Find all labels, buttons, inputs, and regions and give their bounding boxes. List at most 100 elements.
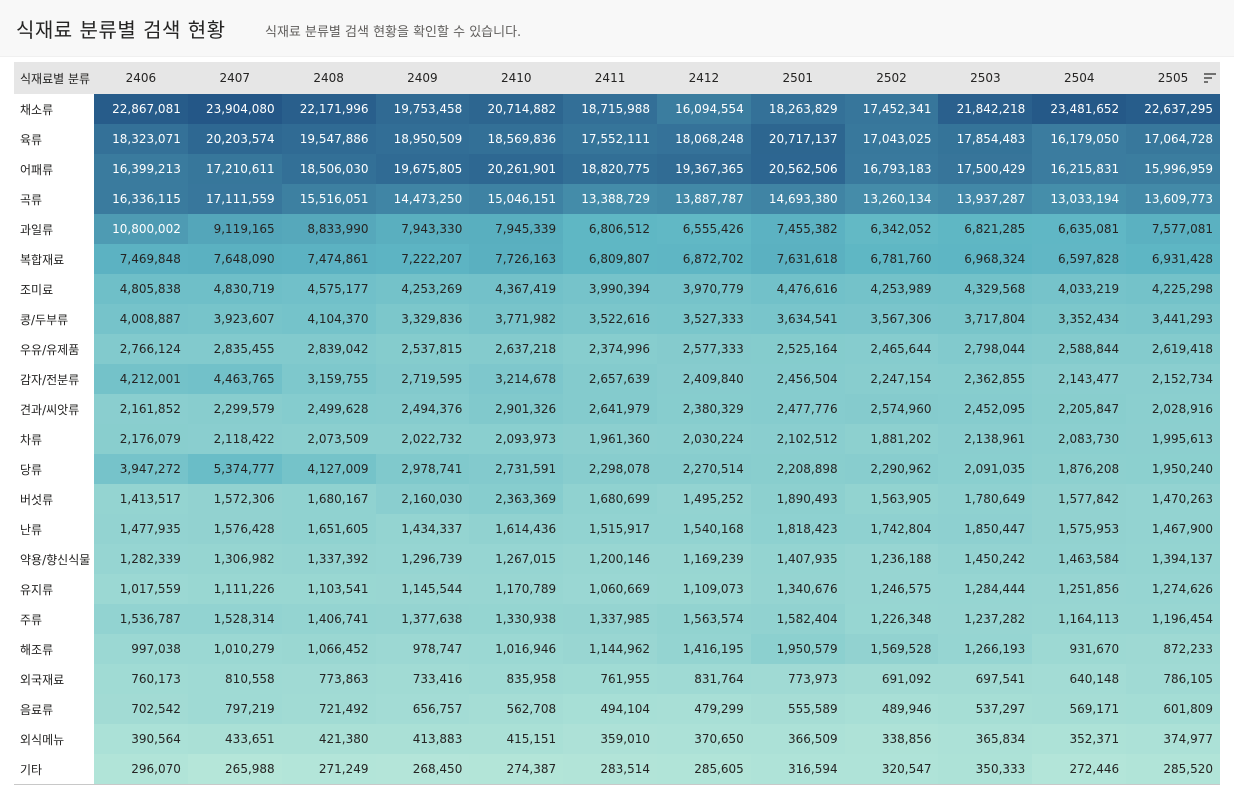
heatmap-cell[interactable]: 697,541 xyxy=(938,664,1033,694)
heatmap-cell[interactable]: 997,038 xyxy=(94,634,188,664)
heatmap-cell[interactable]: 2,477,776 xyxy=(750,394,845,424)
heatmap-cell[interactable]: 691,092 xyxy=(844,664,939,694)
heatmap-cell[interactable]: 22,171,996 xyxy=(281,94,376,124)
heatmap-cell[interactable]: 1,950,579 xyxy=(750,634,845,664)
heatmap-cell[interactable]: 20,261,901 xyxy=(469,154,564,184)
heatmap-cell[interactable]: 489,946 xyxy=(844,694,939,724)
heatmap-cell[interactable]: 1,251,856 xyxy=(1032,574,1127,604)
heatmap-cell[interactable]: 1,572,306 xyxy=(187,484,282,514)
heatmap-cell[interactable]: 1,237,282 xyxy=(938,604,1033,634)
heatmap-cell[interactable]: 316,594 xyxy=(750,754,845,785)
heatmap-cell[interactable]: 1,876,208 xyxy=(1032,454,1127,484)
heatmap-cell[interactable]: 6,968,324 xyxy=(938,244,1033,274)
heatmap-cell[interactable]: 18,068,248 xyxy=(656,124,751,154)
heatmap-cell[interactable]: 479,299 xyxy=(656,694,751,724)
heatmap-cell[interactable]: 1,413,517 xyxy=(94,484,188,514)
heatmap-cell[interactable]: 1,780,649 xyxy=(938,484,1033,514)
heatmap-cell[interactable]: 6,872,702 xyxy=(656,244,751,274)
heatmap-cell[interactable]: 494,104 xyxy=(563,694,657,724)
heatmap-cell[interactable]: 2,247,154 xyxy=(844,364,939,394)
heatmap-cell[interactable]: 1,406,741 xyxy=(281,604,376,634)
heatmap-cell[interactable]: 21,842,218 xyxy=(938,94,1033,124)
heatmap-cell[interactable]: 22,867,081 xyxy=(94,94,188,124)
heatmap-cell[interactable]: 2,499,628 xyxy=(281,394,376,424)
heatmap-cell[interactable]: 1,169,239 xyxy=(656,544,751,574)
heatmap-cell[interactable]: 6,809,807 xyxy=(563,244,657,274)
heatmap-cell[interactable]: 2,205,847 xyxy=(1032,394,1127,424)
heatmap-cell[interactable]: 1,284,444 xyxy=(938,574,1033,604)
heatmap-cell[interactable]: 4,463,765 xyxy=(187,364,282,394)
heatmap-cell[interactable]: 19,367,365 xyxy=(656,154,751,184)
heatmap-cell[interactable]: 761,955 xyxy=(563,664,657,694)
heatmap-cell[interactable]: 265,988 xyxy=(187,754,282,785)
heatmap-cell[interactable]: 2,118,422 xyxy=(187,424,282,454)
heatmap-cell[interactable]: 433,651 xyxy=(187,724,282,754)
heatmap-cell[interactable]: 20,714,882 xyxy=(469,94,564,124)
heatmap-cell[interactable]: 831,764 xyxy=(656,664,751,694)
heatmap-cell[interactable]: 3,923,607 xyxy=(187,304,282,334)
column-header-2504[interactable]: 2504 xyxy=(1032,62,1127,94)
heatmap-cell[interactable]: 1,680,167 xyxy=(281,484,376,514)
heatmap-cell[interactable]: 285,520 xyxy=(1126,754,1220,785)
heatmap-cell[interactable]: 15,516,051 xyxy=(281,184,376,214)
heatmap-cell[interactable]: 274,387 xyxy=(469,754,564,785)
heatmap-cell[interactable]: 1,010,279 xyxy=(187,634,282,664)
heatmap-cell[interactable]: 1,563,905 xyxy=(844,484,939,514)
column-header-2408[interactable]: 2408 xyxy=(281,62,376,94)
heatmap-cell[interactable]: 17,500,429 xyxy=(938,154,1033,184)
heatmap-cell[interactable]: 1,267,015 xyxy=(469,544,564,574)
heatmap-cell[interactable]: 3,970,779 xyxy=(656,274,751,304)
heatmap-cell[interactable]: 4,127,009 xyxy=(281,454,376,484)
heatmap-cell[interactable]: 1,282,339 xyxy=(94,544,188,574)
heatmap-cell[interactable]: 1,582,404 xyxy=(750,604,845,634)
heatmap-cell[interactable]: 2,083,730 xyxy=(1032,424,1127,454)
heatmap-cell[interactable]: 1,563,574 xyxy=(656,604,751,634)
heatmap-cell[interactable]: 2,143,477 xyxy=(1032,364,1127,394)
heatmap-cell[interactable]: 1,017,559 xyxy=(94,574,188,604)
heatmap-cell[interactable]: 4,225,298 xyxy=(1126,274,1220,304)
heatmap-cell[interactable]: 23,904,080 xyxy=(187,94,282,124)
heatmap-cell[interactable]: 3,352,434 xyxy=(1032,304,1127,334)
heatmap-cell[interactable]: 1,576,428 xyxy=(187,514,282,544)
heatmap-cell[interactable]: 13,260,134 xyxy=(844,184,939,214)
heatmap-cell[interactable]: 2,028,916 xyxy=(1126,394,1220,424)
heatmap-cell[interactable]: 2,574,960 xyxy=(844,394,939,424)
heatmap-cell[interactable]: 17,210,611 xyxy=(187,154,282,184)
heatmap-cell[interactable]: 18,569,836 xyxy=(469,124,564,154)
heatmap-cell[interactable]: 271,249 xyxy=(281,754,376,785)
heatmap-cell[interactable]: 1,109,073 xyxy=(656,574,751,604)
heatmap-cell[interactable]: 4,008,887 xyxy=(94,304,188,334)
column-header-2411[interactable]: 2411 xyxy=(563,62,657,94)
heatmap-cell[interactable]: 4,104,370 xyxy=(281,304,376,334)
heatmap-cell[interactable]: 1,060,669 xyxy=(563,574,657,604)
heatmap-cell[interactable]: 4,329,568 xyxy=(938,274,1033,304)
heatmap-cell[interactable]: 1,164,113 xyxy=(1032,604,1127,634)
heatmap-cell[interactable]: 4,367,419 xyxy=(469,274,564,304)
heatmap-cell[interactable]: 352,371 xyxy=(1032,724,1127,754)
heatmap-cell[interactable]: 1,170,789 xyxy=(469,574,564,604)
heatmap-cell[interactable]: 2,409,840 xyxy=(656,364,751,394)
heatmap-cell[interactable]: 1,818,423 xyxy=(750,514,845,544)
heatmap-cell[interactable]: 13,937,287 xyxy=(938,184,1033,214)
heatmap-cell[interactable]: 1,577,842 xyxy=(1032,484,1127,514)
heatmap-cell[interactable]: 2,901,326 xyxy=(469,394,564,424)
heatmap-cell[interactable]: 773,863 xyxy=(281,664,376,694)
heatmap-cell[interactable]: 22,637,295 xyxy=(1126,94,1220,124)
heatmap-cell[interactable]: 17,043,025 xyxy=(844,124,939,154)
heatmap-cell[interactable]: 721,492 xyxy=(281,694,376,724)
heatmap-cell[interactable]: 23,481,652 xyxy=(1032,94,1127,124)
heatmap-cell[interactable]: 2,637,218 xyxy=(469,334,564,364)
heatmap-cell[interactable]: 1,066,452 xyxy=(281,634,376,664)
heatmap-cell[interactable]: 1,463,584 xyxy=(1032,544,1127,574)
heatmap-cell[interactable]: 2,619,418 xyxy=(1126,334,1220,364)
heatmap-cell[interactable]: 2,208,898 xyxy=(750,454,845,484)
heatmap-cell[interactable]: 16,215,831 xyxy=(1032,154,1127,184)
heatmap-cell[interactable]: 18,950,509 xyxy=(375,124,470,154)
heatmap-cell[interactable]: 2,374,996 xyxy=(563,334,657,364)
heatmap-cell[interactable]: 601,809 xyxy=(1126,694,1220,724)
heatmap-cell[interactable]: 2,152,734 xyxy=(1126,364,1220,394)
heatmap-cell[interactable]: 2,138,961 xyxy=(938,424,1033,454)
heatmap-cell[interactable]: 6,781,760 xyxy=(844,244,939,274)
heatmap-cell[interactable]: 283,514 xyxy=(563,754,657,785)
heatmap-cell[interactable]: 733,416 xyxy=(375,664,470,694)
